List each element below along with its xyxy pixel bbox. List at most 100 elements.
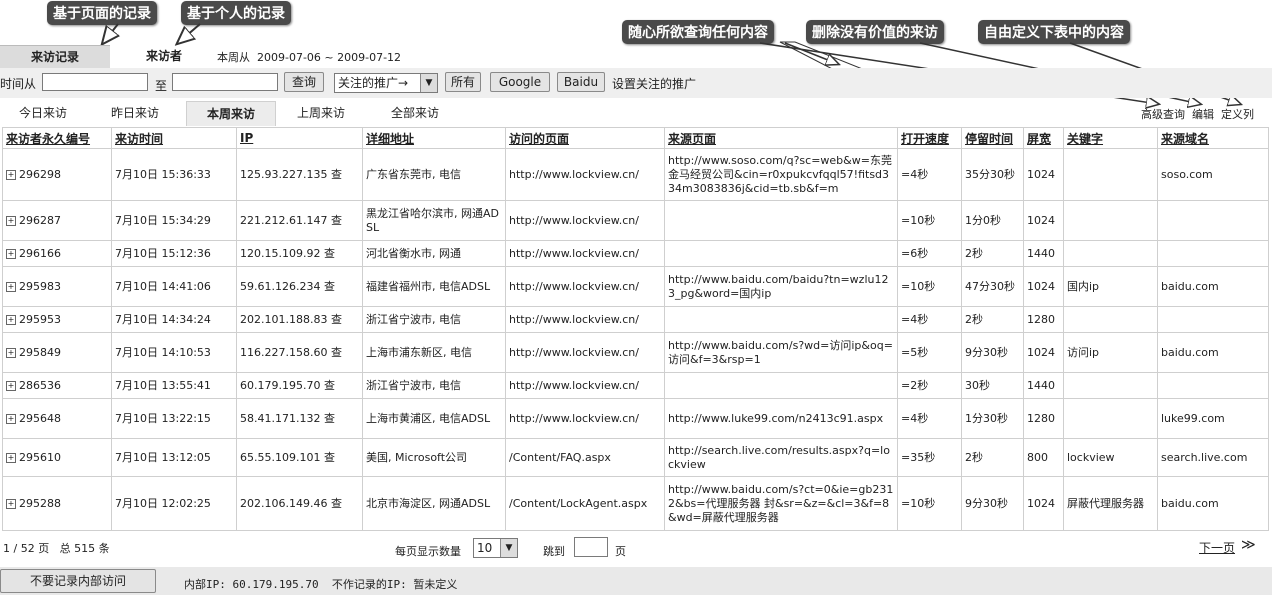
cell-text: 1440 [1027, 246, 1055, 260]
cell-visit-time: 7月10日 13:55:41 [111, 372, 237, 399]
cell-ip[interactable]: 202.101.188.83 查 [236, 306, 363, 333]
expand-icon[interactable]: + [6, 498, 16, 509]
expand-icon[interactable]: + [6, 452, 16, 463]
edit-link[interactable]: 编辑 [1192, 108, 1214, 121]
jump-label: 跳到 [543, 545, 565, 558]
cell-speed: =6秒 [897, 240, 962, 267]
cell-referrer[interactable]: http://search.live.com/results.aspx?q=lo… [664, 438, 898, 477]
cell-text: 286536 [19, 378, 61, 392]
cell-page[interactable]: /Content/FAQ.aspx [505, 438, 665, 477]
col-visit-time[interactable]: 来访时间 [111, 127, 237, 149]
cell-text: 1024 [1027, 279, 1055, 293]
cell-ip[interactable]: 221.212.61.147 查 [236, 200, 363, 241]
col-referrer[interactable]: 来源页面 [664, 127, 898, 149]
per-page-select[interactable]: 10 ▼ [473, 538, 518, 558]
promo-select[interactable]: 关注的推广→ ▼ [334, 73, 438, 93]
tab-all[interactable]: 全部来访 [380, 101, 450, 125]
col-keyword[interactable]: 关键字 [1063, 127, 1158, 149]
cell-page[interactable]: http://www.lockview.cn/ [505, 148, 665, 201]
set-promo-link[interactable]: 设置关注的推广 [612, 75, 696, 92]
cell-ip[interactable]: 116.227.158.60 查 [236, 332, 363, 373]
cell-page[interactable]: http://www.lockview.cn/ [505, 372, 665, 399]
cell-keyword [1063, 306, 1158, 333]
col-page[interactable]: 访问的页面 [505, 127, 665, 149]
tab-visit-records[interactable]: 来访记录 [0, 45, 110, 68]
cell-referrer[interactable]: http://www.baidu.com/s?ct=0&ie=gb2312&bs… [664, 476, 898, 531]
expand-icon[interactable]: + [6, 380, 16, 391]
cell-referrer[interactable] [664, 306, 898, 333]
cell-ip[interactable]: 202.106.149.46 查 [236, 476, 363, 531]
define-columns-link[interactable]: 定义列 [1221, 108, 1254, 121]
cell-text: 60.179.195.70 查 [240, 378, 335, 392]
tab-yesterday[interactable]: 昨日来访 [100, 101, 170, 125]
cell-ip[interactable]: 125.93.227.135 查 [236, 148, 363, 201]
cell-page[interactable]: http://www.lockview.cn/ [505, 266, 665, 307]
tab-visitors[interactable]: 来访者 [136, 45, 192, 67]
no-internal-button[interactable]: 不要记录内部访问 [0, 569, 156, 593]
expand-icon[interactable]: + [6, 413, 16, 424]
cell-referrer[interactable] [664, 372, 898, 399]
table-row[interactable]: +295983 7月10日 14:41:06 59.61.126.234 查福建省福… [2, 266, 1269, 307]
col-speed[interactable]: 打开速度 [897, 127, 962, 149]
col-width[interactable]: 屏宽 [1023, 127, 1064, 149]
table-row[interactable]: +295953 7月10日 14:34:24 202.101.188.83 查浙江省… [2, 306, 1269, 333]
expand-icon[interactable]: + [6, 248, 16, 259]
tab-today[interactable]: 今日来访 [8, 101, 78, 125]
end-date-input[interactable] [172, 73, 278, 91]
expand-icon[interactable]: + [6, 347, 16, 358]
cell-page[interactable]: http://www.lockview.cn/ [505, 398, 665, 439]
expand-icon[interactable]: + [6, 215, 16, 226]
col-domain[interactable]: 来源域名 [1157, 127, 1269, 149]
internal-ip-text: 内部IP: 60.179.195.70 不作记录的IP: 暂未定义 [184, 578, 458, 591]
baidu-button[interactable]: Baidu [557, 72, 605, 92]
cell-visitor-id: +286536 [2, 372, 112, 399]
expand-icon[interactable]: + [6, 281, 16, 292]
cell-ip[interactable]: 60.179.195.70 查 [236, 372, 363, 399]
cell-text: http://www.lockview.cn/ [509, 378, 639, 392]
table-row[interactable]: +295288 7月10日 12:02:25 202.106.149.46 查北京市… [2, 476, 1269, 531]
table-row[interactable]: +296298 7月10日 15:36:33 125.93.227.135 查广东省… [2, 148, 1269, 201]
cell-referrer[interactable] [664, 200, 898, 241]
next-arrows-icon[interactable]: ≫ [1241, 537, 1256, 553]
cell-referrer[interactable]: http://www.baidu.com/baidu?tn=wzlu123_pg… [664, 266, 898, 307]
table-row[interactable]: +295648 7月10日 13:22:15 58.41.171.132 查上海市黄… [2, 398, 1269, 439]
col-address[interactable]: 详细地址 [362, 127, 506, 149]
per-page-label: 每页显示数量 [395, 545, 461, 558]
chevron-down-icon: ▼ [500, 539, 517, 557]
cell-page[interactable]: /Content/LockAgent.aspx [505, 476, 665, 531]
jump-page-input[interactable] [574, 537, 608, 557]
table-row[interactable]: +296166 7月10日 15:12:36 120.15.109.92 查河北省衡… [2, 240, 1269, 267]
cell-ip[interactable]: 58.41.171.132 查 [236, 398, 363, 439]
table-row[interactable]: +295849 7月10日 14:10:53 116.227.158.60 查上海市… [2, 332, 1269, 373]
start-date-input[interactable] [42, 73, 148, 91]
col-ip[interactable]: IP [236, 127, 363, 149]
cell-ip[interactable]: 120.15.109.92 查 [236, 240, 363, 267]
cell-referrer[interactable]: http://www.luke99.com/n2413c91.aspx [664, 398, 898, 439]
cell-page[interactable]: http://www.lockview.cn/ [505, 240, 665, 267]
cell-text: http://www.baidu.com/baidu?tn=wzlu123_pg… [668, 272, 889, 300]
table-row[interactable]: +286536 7月10日 13:55:41 60.179.195.70 查浙江省宁… [2, 372, 1269, 399]
google-button[interactable]: Google [490, 72, 550, 92]
cell-referrer[interactable]: http://www.soso.com/q?sc=web&w=东莞金马经贸公司&… [664, 148, 898, 201]
all-button[interactable]: 所有 [445, 72, 481, 92]
advanced-query-link[interactable]: 高级查询 [1141, 108, 1185, 121]
col-visitor-id[interactable]: 来访者永久编号 [2, 127, 112, 149]
table-row[interactable]: +296287 7月10日 15:34:29 221.212.61.147 查黑龙江… [2, 200, 1269, 241]
query-button[interactable]: 查询 [284, 72, 324, 92]
cell-keyword [1063, 398, 1158, 439]
tab-this-week[interactable]: 本周来访 [186, 101, 276, 126]
expand-icon[interactable]: + [6, 314, 16, 325]
cell-ip[interactable]: 59.61.126.234 查 [236, 266, 363, 307]
tab-last-week[interactable]: 上周来访 [286, 101, 356, 125]
cell-referrer[interactable] [664, 240, 898, 267]
cell-referrer[interactable]: http://www.baidu.com/s?wd=访问ip&oq=访问&f=3… [664, 332, 898, 373]
cell-page[interactable]: http://www.lockview.cn/ [505, 200, 665, 241]
cell-page[interactable]: http://www.lockview.cn/ [505, 332, 665, 373]
cell-page[interactable]: http://www.lockview.cn/ [505, 306, 665, 333]
cell-ip[interactable]: 65.55.109.101 查 [236, 438, 363, 477]
table-row[interactable]: +295610 7月10日 13:12:05 65.55.109.101 查美国, … [2, 438, 1269, 477]
cell-address: 美国, Microsoft公司 [362, 438, 506, 477]
col-stay[interactable]: 停留时间 [961, 127, 1024, 149]
expand-icon[interactable]: + [6, 169, 16, 180]
next-page-link[interactable]: 下一页 [1199, 539, 1235, 556]
